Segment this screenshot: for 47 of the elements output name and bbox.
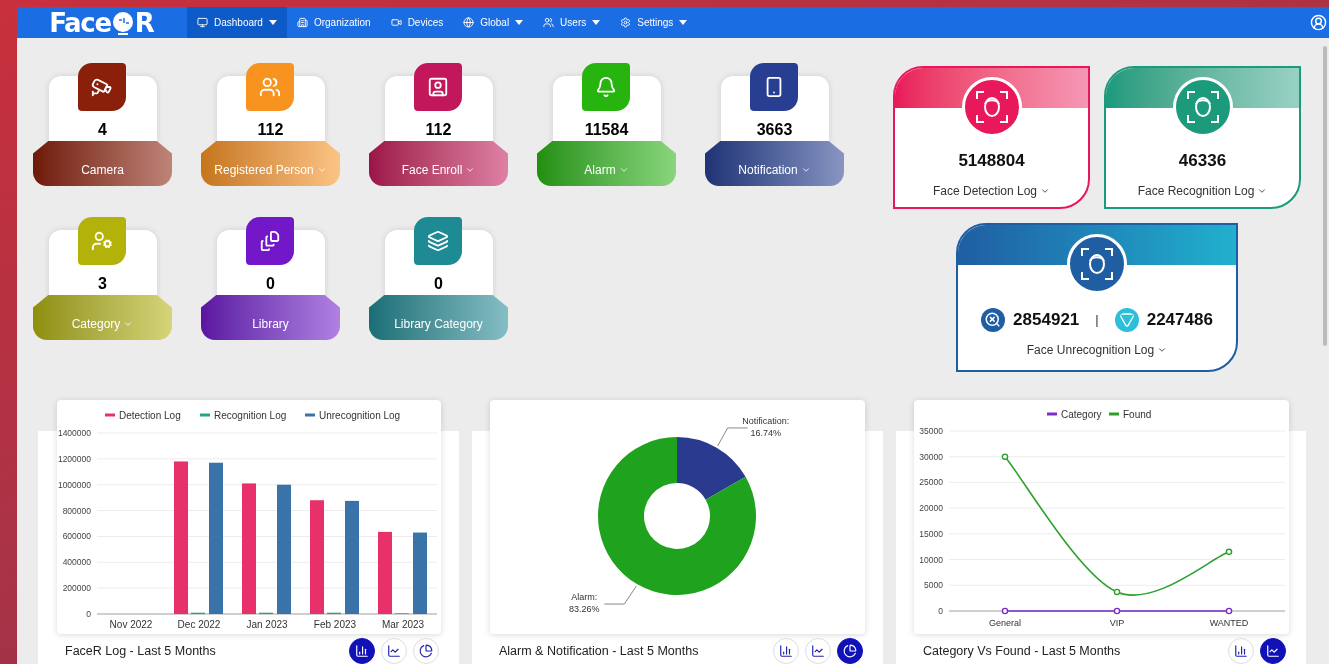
stat-value: 46336 bbox=[1178, 150, 1227, 172]
stat-value: 5148804 bbox=[958, 150, 1025, 172]
axis-tick-label: 20000 bbox=[918, 503, 943, 514]
axis-tick-label: 15000 bbox=[918, 528, 943, 539]
axis-tick-label: 0 bbox=[937, 606, 943, 616]
stat-value: 0 bbox=[266, 276, 275, 294]
stat-value: 2854921 bbox=[1013, 309, 1080, 331]
logo-text: Face bbox=[49, 9, 111, 36]
axis-tick-label: 400000 bbox=[62, 557, 91, 568]
logo-text: R bbox=[134, 9, 155, 36]
axis-tick-label: Dec 2022 bbox=[177, 619, 220, 630]
axis-tick-label: WANTED bbox=[1209, 618, 1248, 628]
axis-tick-label: 25000 bbox=[918, 477, 943, 488]
axis-tick-label: 200000 bbox=[62, 583, 91, 594]
log-label: Face Unrecognition Log bbox=[1026, 340, 1168, 359]
axis-tick-label: 30000 bbox=[918, 451, 943, 462]
axis-tick-label: 1200000 bbox=[57, 453, 91, 464]
axis-tick-label: Feb 2023 bbox=[313, 619, 356, 630]
stat-value: 3663 bbox=[756, 122, 793, 140]
stat-value: 4 bbox=[98, 122, 107, 140]
stat-value: 3 bbox=[98, 276, 107, 294]
axis-tick-label: General bbox=[988, 618, 1021, 628]
stat-value: 112 bbox=[425, 122, 452, 140]
stat-value: 0 bbox=[434, 276, 443, 294]
stat-value: 2247486 bbox=[1146, 309, 1213, 331]
axis-tick-label: Mar 2023 bbox=[381, 619, 424, 630]
axis-tick-label: VIP bbox=[1109, 618, 1124, 628]
stat-value: 112 bbox=[257, 122, 284, 140]
log-label: Face Detection Log bbox=[932, 181, 1051, 200]
axis-tick-label: 5000 bbox=[923, 580, 943, 591]
chart-title: Category Vs Found - Last 5 Months bbox=[923, 642, 1121, 660]
axis-tick-label: 10000 bbox=[918, 554, 943, 565]
axis-tick-label: 800000 bbox=[62, 505, 91, 516]
log-label: Face Recognition Log bbox=[1137, 181, 1268, 200]
axis-tick-label: Nov 2022 bbox=[109, 619, 152, 630]
data-label: Notification: 16.74% bbox=[742, 415, 790, 438]
data-label: Alarm: 83.26% bbox=[569, 592, 600, 615]
chart-title: Alarm & Notification - Last 5 Months bbox=[499, 642, 699, 660]
axis-tick-label: 0 bbox=[85, 609, 91, 619]
chart-title: FaceR Log - Last 5 Months bbox=[65, 642, 216, 660]
axis-tick-label: 600000 bbox=[62, 531, 91, 542]
stat-value: 11584 bbox=[584, 122, 629, 140]
axis-tick-label: 1000000 bbox=[57, 479, 91, 490]
separator-text: | bbox=[1095, 311, 1099, 329]
axis-tick-label: Jan 2023 bbox=[245, 619, 288, 630]
axis-tick-label: 35000 bbox=[918, 426, 943, 436]
axis-tick-label: 1400000 bbox=[57, 428, 91, 438]
